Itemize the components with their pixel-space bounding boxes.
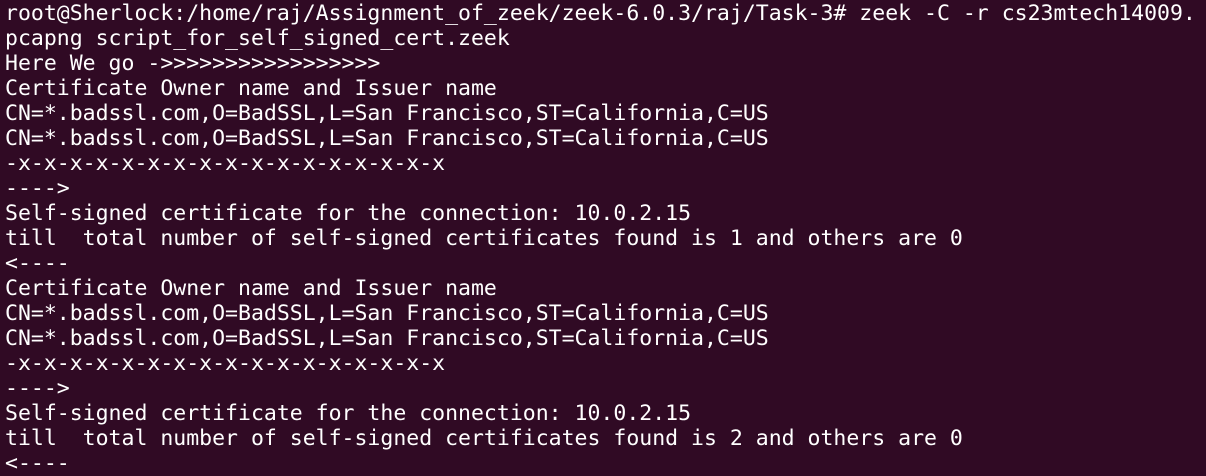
output-line: <----: [5, 251, 70, 276]
output-line: till total number of self-signed certifi…: [5, 226, 963, 251]
output-line: Self-signed certificate for the connecti…: [5, 201, 692, 226]
output-line: Certificate Owner name and Issuer name: [5, 276, 497, 301]
output-line: Certificate Owner name and Issuer name: [5, 76, 497, 101]
output-line: -x-x-x-x-x-x-x-x-x-x-x-x-x-x-x-x-x: [5, 351, 446, 376]
output-line: CN=*.badssl.com,O=BadSSL,L=San Francisco…: [5, 126, 769, 151]
output-line: CN=*.badssl.com,O=BadSSL,L=San Francisco…: [5, 101, 769, 126]
output-line: <----: [5, 451, 70, 476]
terminal-output[interactable]: root@Sherlock:/home/raj/Assignment_of_ze…: [0, 0, 1206, 476]
output-line: CN=*.badssl.com,O=BadSSL,L=San Francisco…: [5, 301, 769, 326]
output-line: till total number of self-signed certifi…: [5, 426, 963, 451]
command-line-continuation: pcapng script_for_self_signed_cert.zeek: [5, 26, 510, 51]
output-line: Here We go ->>>>>>>>>>>>>>>>>: [5, 51, 381, 76]
output-line: ---->: [5, 376, 70, 401]
output-line: ---->: [5, 176, 70, 201]
output-line: CN=*.badssl.com,O=BadSSL,L=San Francisco…: [5, 326, 769, 351]
command-line: root@Sherlock:/home/raj/Assignment_of_ze…: [5, 1, 1196, 26]
output-line: -x-x-x-x-x-x-x-x-x-x-x-x-x-x-x-x-x: [5, 151, 446, 176]
output-line: Self-signed certificate for the connecti…: [5, 401, 692, 426]
